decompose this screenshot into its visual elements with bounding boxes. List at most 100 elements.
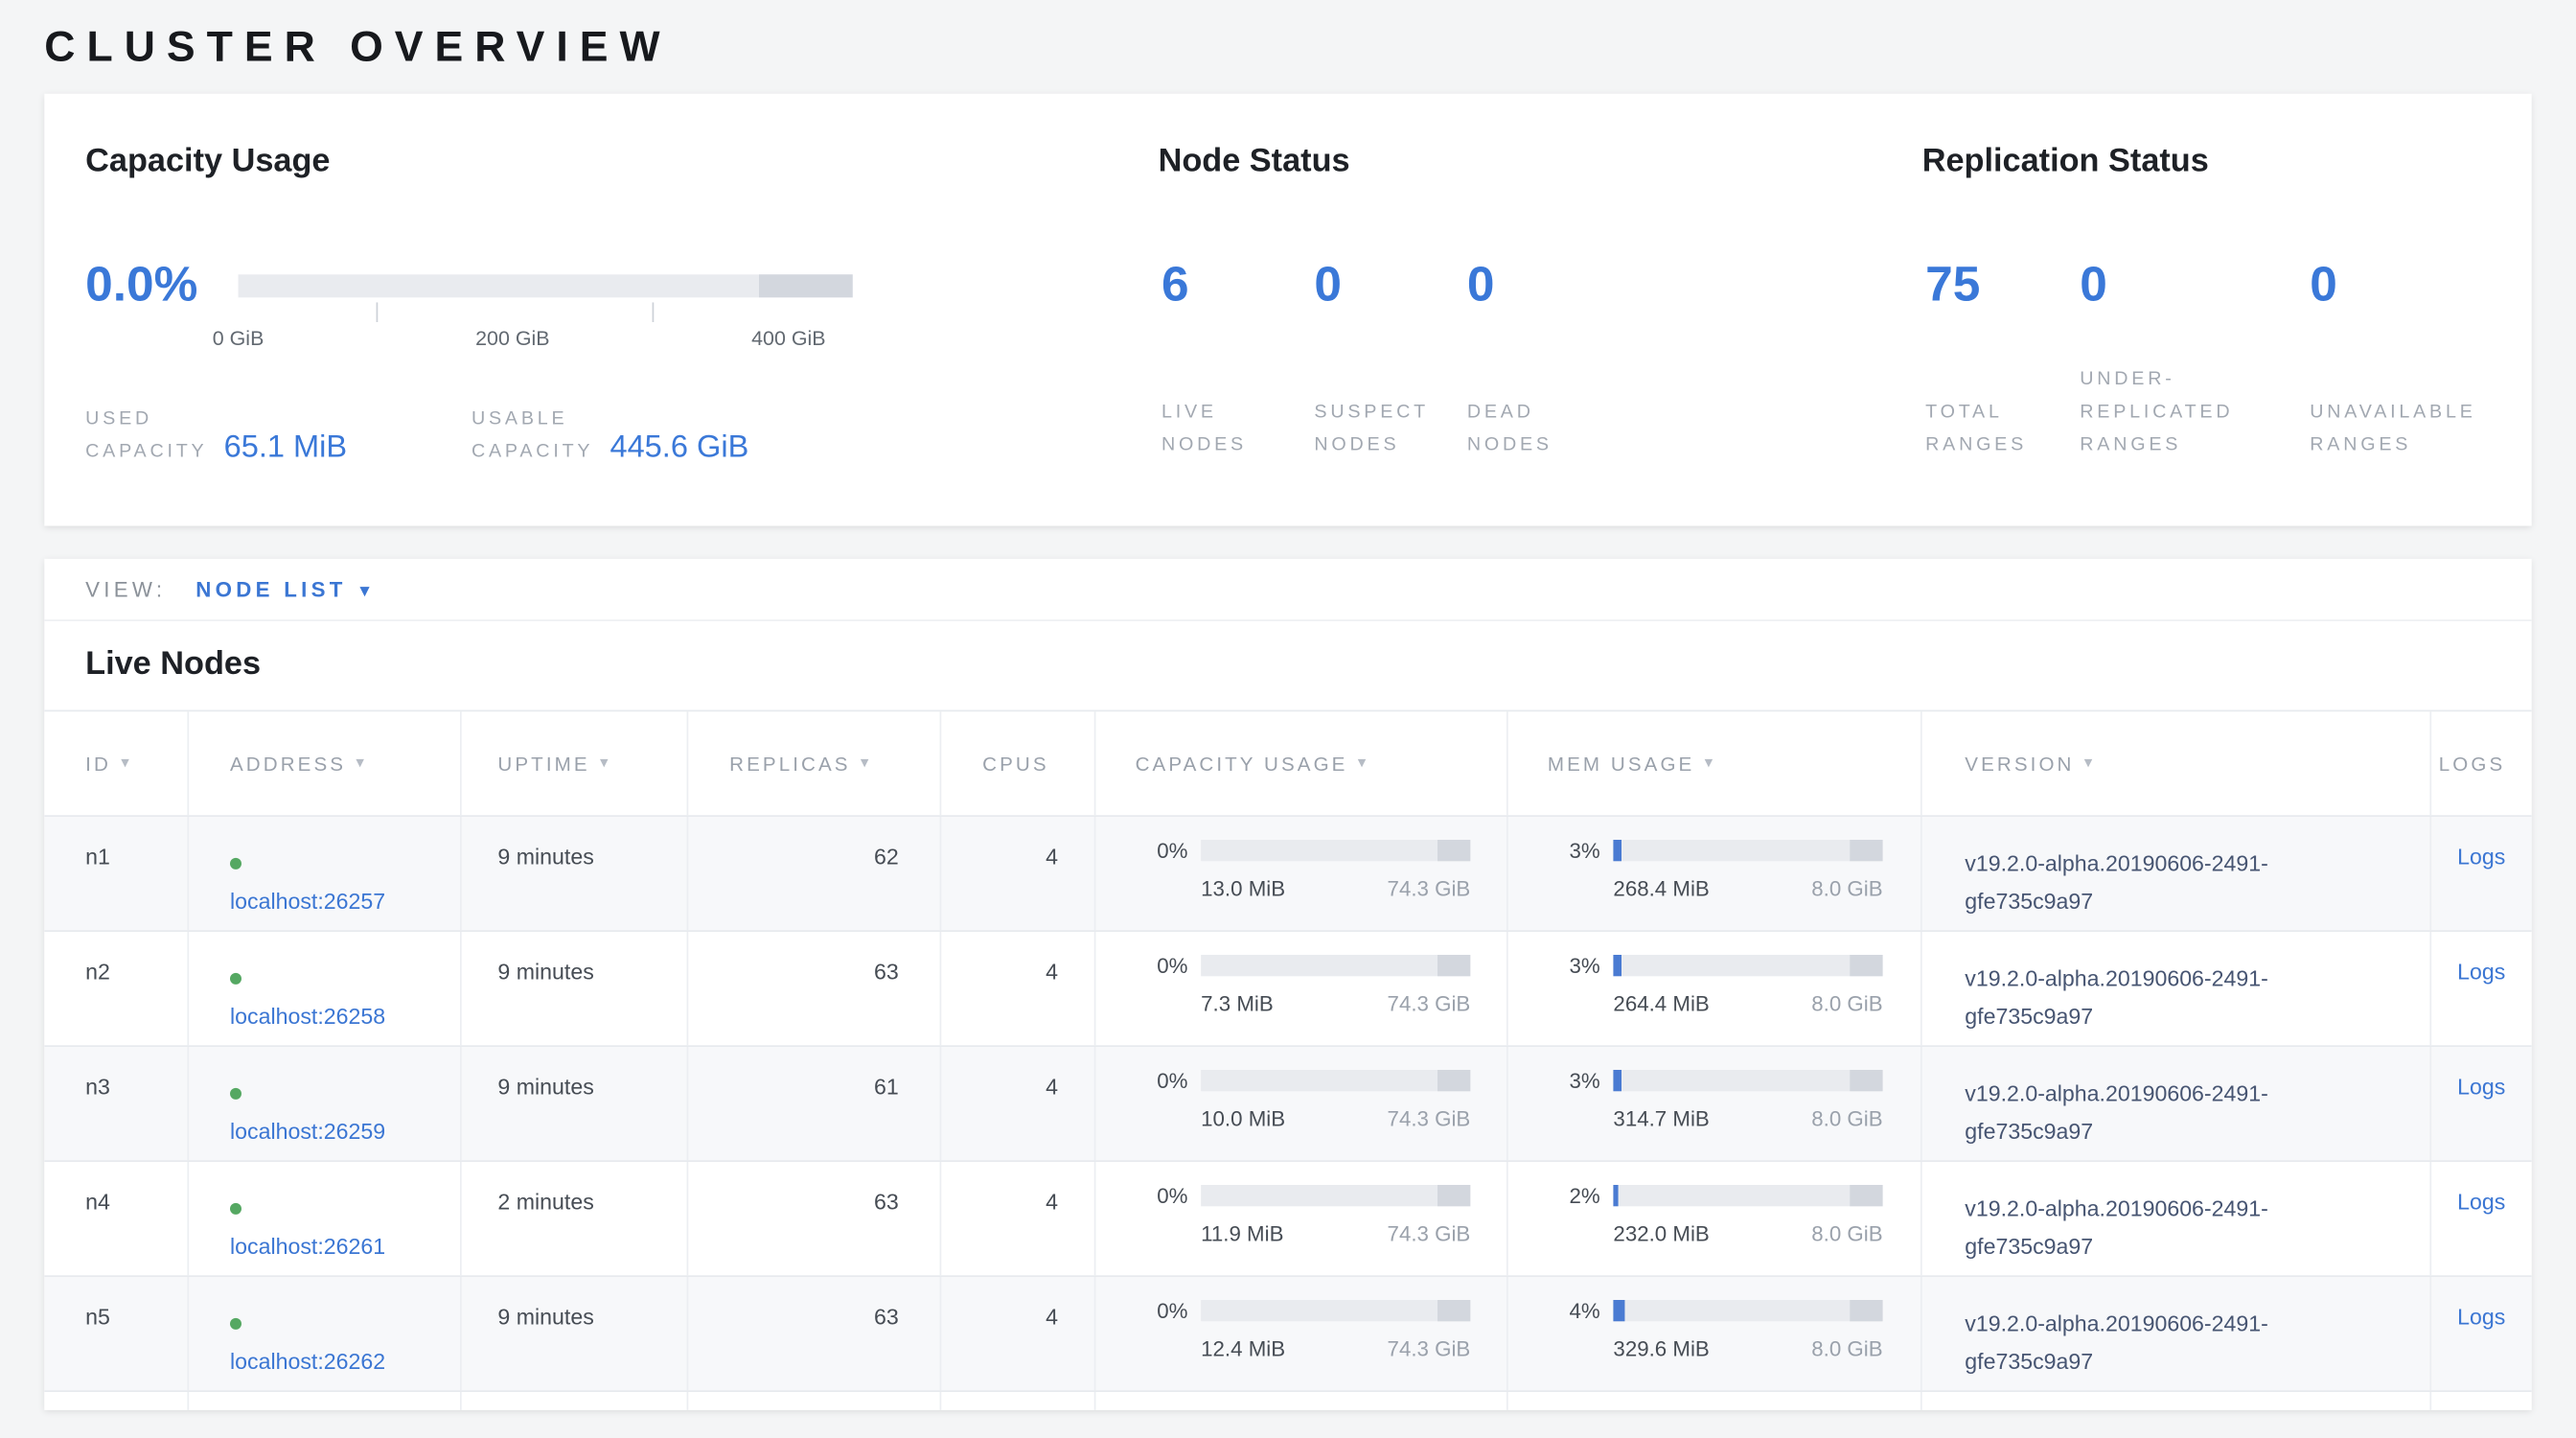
gauge-tick	[377, 302, 379, 322]
usable-capacity-value: 445.6 GiB	[610, 430, 748, 468]
node-live-dot-icon	[230, 1318, 242, 1330]
node-address-link[interactable]: localhost:26262	[230, 1349, 385, 1374]
sort-caret-icon: ▾	[121, 754, 132, 773]
suspect-nodes-stat: 0 SUSPECT NODES	[1314, 258, 1466, 462]
unavailable-ranges-label: UNAVAILABLE RANGES	[2310, 311, 2475, 462]
node-uptime: 2 minutes	[462, 1162, 689, 1275]
capacity-usage-cell: 0% 10.0 MiB74.3 GiB	[1095, 1047, 1507, 1160]
total-ranges-value: 75	[1925, 258, 2080, 311]
column-header-version[interactable]: VERSION▾	[1922, 711, 2431, 815]
capacity-usage-title: Capacity Usage	[85, 143, 330, 180]
used-capacity-label: USED CAPACITY	[85, 403, 207, 469]
node-uptime: 9 minutes	[462, 1277, 689, 1390]
capacity-bar	[1201, 1300, 1470, 1321]
sort-caret-icon: ▾	[600, 754, 611, 773]
dead-nodes-label: DEAD NODES	[1467, 311, 1620, 462]
capacity-used: 7.3 MiB	[1201, 991, 1274, 1016]
capacity-percent: 0%	[1125, 953, 1187, 978]
capacity-max: 74.3 GiB	[1388, 991, 1471, 1016]
sort-caret-icon: ▾	[861, 754, 872, 773]
used-capacity-value: 65.1 MiB	[224, 430, 348, 468]
mem-used: 264.4 MiB	[1613, 991, 1709, 1016]
table-row: n2 localhost:26258 9 minutes 63 4 0% 7.3…	[44, 932, 2531, 1047]
gauge-tick-label: 0 GiB	[213, 327, 264, 350]
capacity-usage-cell: 0% 7.3 MiB 74.3 GiB	[1095, 932, 1507, 1045]
mem-usage-cell: 3% 268.4 MiB8.0 GiB	[1508, 817, 1922, 930]
under-replicated-ranges-value: 0	[2080, 258, 2310, 311]
mem-used: 232.0 MiB	[1613, 1221, 1709, 1246]
logs-link[interactable]: Logs	[2457, 960, 2505, 985]
dead-nodes-stat: 0 DEAD NODES	[1467, 258, 1620, 462]
node-id: n3	[44, 1047, 189, 1160]
node-cpus: 4	[941, 1277, 1095, 1390]
capacity-percent: 0%	[1125, 838, 1187, 863]
node-list-card: VIEW: NODE LIST ▾ Live Nodes ID▾ ADDRESS…	[44, 559, 2531, 1410]
mem-percent: 3%	[1538, 953, 1600, 978]
column-header-uptime[interactable]: UPTIME▾	[462, 711, 689, 815]
table-header: ID▾ ADDRESS▾ UPTIME▾ REPLICAS▾ CPUS CAPA…	[44, 710, 2531, 817]
used-capacity: USED CAPACITY 65.1 MiB	[85, 403, 472, 469]
replication-status-section: Replication Status 75 TOTAL RANGES 0 UND…	[1922, 94, 2532, 526]
column-header-id[interactable]: ID▾	[44, 711, 189, 815]
usable-capacity-label: USABLE CAPACITY	[472, 403, 593, 469]
sort-caret-icon: ▾	[356, 754, 367, 773]
logs-link[interactable]: Logs	[2457, 1075, 2505, 1100]
sort-caret-icon: ▾	[1358, 754, 1369, 773]
node-cpus: 4	[941, 1047, 1095, 1160]
node-status-title: Node Status	[1159, 143, 1350, 180]
node-address-link[interactable]: localhost:26258	[230, 1004, 385, 1029]
capacity-bar	[1201, 840, 1470, 861]
replication-status-title: Replication Status	[1922, 143, 2209, 180]
capacity-percent: 0%	[1125, 1068, 1187, 1093]
gauge-tick-label: 200 GiB	[475, 327, 549, 350]
capacity-percent: 0.0%	[85, 258, 238, 313]
column-header-address[interactable]: ADDRESS▾	[189, 711, 462, 815]
capacity-used: 13.0 MiB	[1201, 876, 1285, 901]
chevron-down-icon[interactable]: ▾	[359, 578, 369, 601]
node-address-link[interactable]: localhost:26259	[230, 1119, 385, 1144]
mem-usage-cell: 3% 314.7 MiB8.0 GiB	[1508, 1047, 1922, 1160]
view-label: VIEW:	[85, 577, 166, 602]
mem-percent: 3%	[1538, 838, 1600, 863]
node-address-link[interactable]: localhost:26257	[230, 889, 385, 914]
column-header-capacity-usage[interactable]: CAPACITY USAGE▾	[1095, 711, 1507, 815]
sort-caret-icon: ▾	[2084, 754, 2096, 773]
column-header-logs: LOGS	[2431, 711, 2532, 815]
capacity-percent: 0%	[1125, 1298, 1187, 1323]
column-header-replicas[interactable]: REPLICAS▾	[688, 711, 941, 815]
gauge-tick	[653, 302, 655, 322]
node-address-link[interactable]: localhost:26261	[230, 1234, 385, 1259]
mem-bar	[1613, 955, 1882, 976]
logs-link[interactable]: Logs	[2457, 845, 2505, 870]
capacity-used: 11.9 MiB	[1201, 1221, 1283, 1246]
node-live-dot-icon	[230, 1203, 242, 1215]
logs-link[interactable]: Logs	[2457, 1305, 2505, 1330]
node-live-dot-icon	[230, 1088, 242, 1100]
unavailable-ranges-stat: 0 UNAVAILABLE RANGES	[2310, 258, 2475, 462]
node-replicas: 61	[688, 1047, 941, 1160]
node-id: n1	[44, 817, 189, 930]
node-replicas: 63	[688, 932, 941, 1045]
total-ranges-stat: 75 TOTAL RANGES	[1925, 258, 2080, 462]
column-header-mem-usage[interactable]: MEM USAGE▾	[1508, 711, 1922, 815]
node-uptime: 9 minutes	[462, 932, 689, 1045]
live-nodes-stat: 6 LIVE NODES	[1162, 258, 1314, 462]
table-row: n4 localhost:26261 2 minutes 63 4 0% 11.…	[44, 1162, 2531, 1277]
unavailable-ranges-value: 0	[2310, 258, 2475, 311]
capacity-usage-section: Capacity Usage 0.0% 0 GiB 200 GiB 400 Gi…	[44, 94, 1158, 526]
logs-link[interactable]: Logs	[2457, 1190, 2505, 1215]
node-version: v19.2.0-alpha.20190606-2491-gfe735c9a97	[1965, 845, 2362, 920]
capacity-bar	[1201, 1070, 1470, 1091]
table-row: n5 localhost:26262 9 minutes 63 4 0% 12.…	[44, 1277, 2531, 1392]
mem-max: 8.0 GiB	[1811, 1221, 1882, 1246]
node-version: v19.2.0-alpha.20190606-2491-gfe735c9a97	[1965, 960, 2362, 1035]
node-version: v19.2.0-alpha.20190606-2491-gfe735c9a97	[1965, 1075, 2362, 1150]
node-id: n2	[44, 932, 189, 1045]
node-status-section: Node Status 6 LIVE NODES 0 SUSPECT NODES…	[1159, 94, 1922, 526]
table-row: n3 localhost:26259 9 minutes 61 4 0% 10.…	[44, 1047, 2531, 1162]
view-dropdown[interactable]: NODE LIST	[196, 577, 346, 602]
gauge-used-segment	[759, 274, 853, 297]
mem-bar	[1613, 840, 1882, 861]
node-version: v19.2.0-alpha.20190606-2491-gfe735c9a97	[1965, 1190, 2362, 1265]
suspect-nodes-value: 0	[1314, 258, 1466, 311]
